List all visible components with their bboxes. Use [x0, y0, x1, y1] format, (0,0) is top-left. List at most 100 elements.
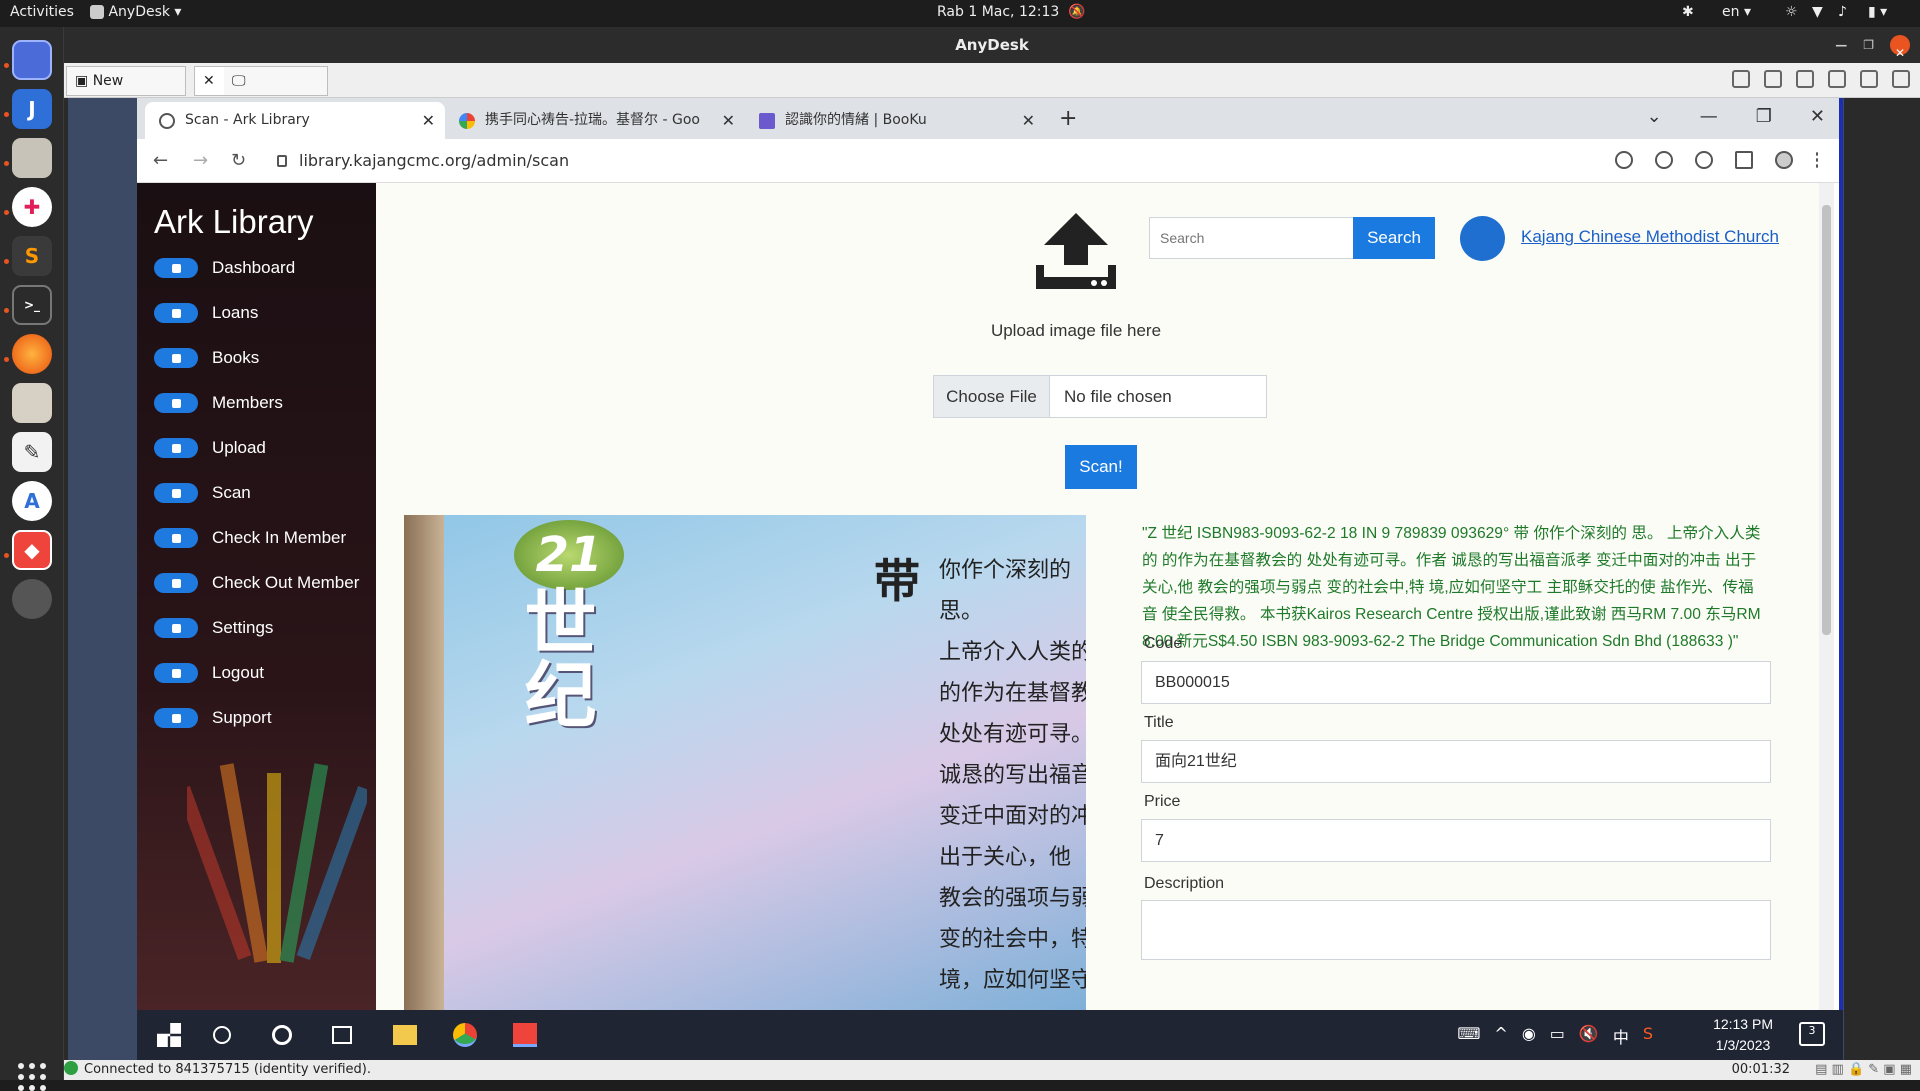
maximize-icon[interactable]: ❐ — [1863, 35, 1874, 55]
close-tab-icon[interactable]: ✕ — [203, 73, 215, 89]
files-app-icon[interactable] — [12, 138, 52, 178]
network-icon[interactable]: ▭ — [1550, 1024, 1565, 1048]
software-center-icon[interactable]: A — [12, 481, 52, 521]
wifi-icon[interactable]: ▼ — [1812, 4, 1823, 20]
anydesk-dock-icon[interactable]: ◆ — [12, 530, 52, 570]
file-explorer-icon[interactable] — [393, 1025, 417, 1045]
joplin-app-icon[interactable]: J — [12, 89, 52, 129]
sidebar-item-books[interactable]: Books — [154, 343, 259, 373]
sidebar-item-check-in-member[interactable]: Check In Member — [154, 523, 346, 553]
sidebar-item-check-out-member[interactable]: Check Out Member — [154, 568, 359, 598]
sidebar-item-members[interactable]: Members — [154, 388, 283, 418]
show-hidden-icons[interactable]: ^ — [1494, 1024, 1507, 1048]
chat-icon[interactable] — [1764, 70, 1782, 88]
address-bar[interactable]: library.kajangcmc.org/admin/scan — [277, 151, 569, 170]
url-text: library.kajangcmc.org/admin/scan — [299, 151, 570, 170]
price-field[interactable]: 7 — [1141, 819, 1771, 862]
anydesk-taskbar-icon[interactable] — [513, 1023, 537, 1047]
reload-icon[interactable]: ↻ — [231, 150, 246, 171]
screenshot-app-icon[interactable] — [12, 40, 52, 80]
chrome-menu-icon[interactable] — [1815, 151, 1819, 169]
church-link[interactable]: Kajang Chinese Methodist Church — [1521, 227, 1779, 247]
gimp-app-icon[interactable]: ✎ — [12, 432, 52, 472]
tab-booku[interactable]: 認識你的情緒 | BooKu ✕ — [745, 102, 1045, 139]
battery-icon[interactable]: ▮ ▾ — [1868, 4, 1887, 20]
chrome-taskbar-icon[interactable] — [453, 1023, 477, 1047]
sidebar-item-logout[interactable]: Logout — [154, 658, 264, 688]
church-logo[interactable] — [1460, 216, 1505, 261]
close-icon[interactable]: ✕ — [1810, 106, 1825, 127]
file-input[interactable]: Choose File No file chosen — [933, 375, 1267, 418]
app-menu[interactable]: AnyDesk ▾ — [90, 4, 181, 20]
zoom-icon[interactable] — [1615, 151, 1633, 169]
scan-button[interactable]: Scan! — [1065, 445, 1137, 489]
tab-title: 携手同心祷告-拉瑞。基督尔 - Goo — [485, 112, 700, 128]
sidebar-item-scan[interactable]: Scan — [154, 478, 251, 508]
back-icon[interactable]: ← — [153, 150, 168, 171]
meet-now-icon[interactable]: ◉ — [1522, 1024, 1536, 1048]
minimize-icon[interactable]: — — [1700, 106, 1718, 127]
search-button[interactable]: Search — [1353, 217, 1435, 259]
task-view-icon[interactable] — [332, 1026, 352, 1044]
ime-indicator[interactable]: 中 — [1613, 1024, 1629, 1048]
sidebar-item-settings[interactable]: Settings — [154, 613, 273, 643]
show-applications-icon[interactable] — [18, 1063, 46, 1091]
new-tab-button[interactable]: + — [1059, 106, 1077, 131]
action-center-icon[interactable]: 3 — [1799, 1022, 1825, 1046]
forward-icon[interactable]: → — [193, 150, 208, 171]
scroll-thumb[interactable] — [1822, 205, 1831, 635]
language-indicator[interactable]: en ▾ — [1722, 4, 1751, 20]
optical-drive-icon[interactable] — [12, 579, 52, 619]
display-settings-icon[interactable] — [1732, 70, 1750, 88]
close-tab-icon[interactable]: ✕ — [1022, 102, 1035, 139]
firefox-app-icon[interactable] — [12, 334, 52, 374]
network-tray-icon[interactable]: ✱ — [1682, 4, 1694, 20]
sidebar-item-upload[interactable]: Upload — [154, 433, 266, 463]
activities-button[interactable]: Activities — [10, 4, 74, 20]
profile-avatar-icon[interactable] — [1775, 151, 1793, 169]
side-panel-icon[interactable] — [1735, 151, 1753, 169]
sublime-text-icon[interactable]: S — [12, 236, 52, 276]
taskbar-clock[interactable]: 12:13 PM 1/3/2023 — [1713, 1014, 1773, 1056]
restore-icon[interactable]: ❐ — [1756, 106, 1772, 127]
close-tab-icon[interactable]: ✕ — [422, 102, 435, 139]
search-input[interactable] — [1149, 217, 1354, 259]
volume-icon[interactable]: ♪ — [1838, 4, 1847, 20]
monitor-icon[interactable] — [1860, 70, 1878, 88]
actions-icon[interactable] — [1828, 70, 1846, 88]
code-field[interactable]: BB000015 — [1141, 661, 1771, 704]
new-session-tab[interactable]: ▣ New Session — [66, 66, 186, 117]
text-editor-app-icon[interactable] — [12, 383, 52, 423]
tab-google-search[interactable]: 携手同心祷告-拉瑞。基督尔 - Goo ✕ — [445, 102, 745, 139]
sogou-ime-icon[interactable]: S — [1643, 1024, 1653, 1048]
book-cover-title: 世纪 — [512, 585, 596, 729]
brightness-icon[interactable]: ☼ — [1785, 4, 1798, 20]
keyboard-icon[interactable]: ⌨ — [1457, 1024, 1480, 1048]
cortana-icon[interactable] — [272, 1025, 292, 1045]
windows-start-icon[interactable] — [157, 1023, 181, 1047]
choose-file-button[interactable]: Choose File — [934, 376, 1050, 417]
volume-muted-icon[interactable]: 🔇 — [1579, 1024, 1599, 1048]
bookmark-star-icon[interactable] — [1695, 151, 1713, 169]
sidebar-item-support[interactable]: Support — [154, 703, 272, 733]
title-field[interactable]: 面向21世纪 — [1141, 740, 1771, 783]
remote-id-tab[interactable]: 🖵 841375715 — [224, 66, 328, 117]
slack-app-icon[interactable]: ✚ — [12, 187, 52, 227]
tab-scan-ark-library[interactable]: Scan - Ark Library ✕ — [145, 102, 445, 139]
description-field[interactable] — [1141, 900, 1771, 960]
close-icon[interactable]: ✕ — [1890, 35, 1910, 60]
close-tab-icon[interactable]: ✕ — [722, 102, 735, 139]
sidebar-item-loans[interactable]: Loans — [154, 298, 258, 328]
system-clock[interactable]: Rab 1 Mac, 12:13 — [937, 4, 1059, 20]
menu-icon[interactable] — [1892, 70, 1910, 88]
sidebar-item-dashboard[interactable]: Dashboard — [154, 253, 295, 283]
search-icon[interactable] — [213, 1026, 231, 1044]
keyboard-icon[interactable] — [1796, 70, 1814, 88]
terminal-app-icon[interactable]: >_ — [12, 285, 52, 325]
sidebar-item-label: Books — [212, 348, 260, 367]
page-scrollbar[interactable] — [1819, 183, 1834, 1010]
share-icon[interactable] — [1655, 151, 1673, 169]
minimize-icon[interactable]: — — [1835, 35, 1847, 55]
book-logo: 21 — [514, 520, 624, 590]
tab-search-icon[interactable]: ⌄ — [1647, 106, 1662, 127]
